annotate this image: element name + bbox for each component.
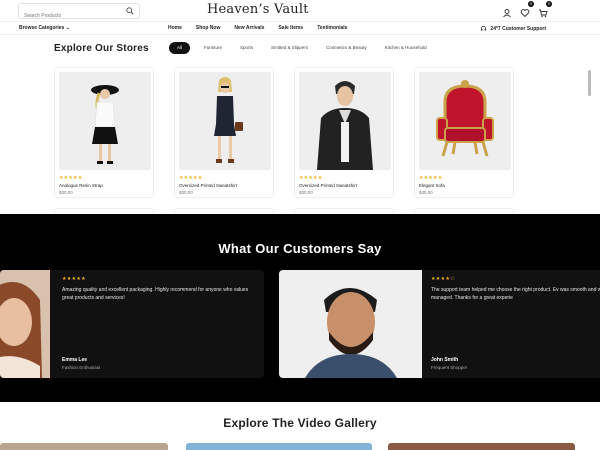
nav-testimonials[interactable]: Testimonials bbox=[317, 25, 347, 31]
testimonial-role: Fashion Enthusiast bbox=[62, 365, 101, 370]
main-nav: Home Shop Now New Arrivals Sale Items Te… bbox=[168, 25, 347, 31]
user-icon[interactable] bbox=[502, 5, 512, 18]
product-rating: ★★★★★ bbox=[419, 175, 443, 181]
testimonial-quote: The support team helped me choose the ri… bbox=[431, 287, 600, 301]
tab-smitted-slippers[interactable]: Smitted & Slippers bbox=[267, 42, 312, 54]
product-name[interactable]: Elegant Sofa bbox=[419, 183, 509, 188]
nav-bar: Browse Categories ⌄ Home Shop Now New Ar… bbox=[0, 21, 600, 35]
customer-support[interactable]: 24*7 Customer Support bbox=[480, 25, 546, 32]
video-gallery-heading: Explore The Video Gallery bbox=[223, 416, 377, 430]
product-name[interactable]: Oversized Printed Sweatshirt bbox=[179, 183, 269, 188]
product-rating: ★★★★★ bbox=[179, 175, 203, 181]
testimonial-role: Frequent Shopper bbox=[431, 365, 468, 370]
tab-kitchen-household[interactable]: Kitchen & Household bbox=[381, 42, 431, 54]
headset-icon bbox=[481, 26, 487, 31]
tab-all[interactable]: All bbox=[169, 42, 191, 54]
testimonial-card[interactable]: ★★★★★ Amazing quality and excellent pack… bbox=[0, 270, 264, 378]
wishlist-icon[interactable]: 0 bbox=[520, 1, 534, 18]
product-name[interactable]: Oversized Printed Sweatshirt bbox=[299, 183, 389, 188]
product-price: $30.00 bbox=[179, 190, 193, 195]
support-label: 24*7 Customer Support bbox=[490, 25, 546, 32]
product-price: $30.00 bbox=[299, 190, 313, 195]
product-rating: ★★★★★ bbox=[299, 175, 323, 181]
nav-shop-now[interactable]: Shop Now bbox=[196, 25, 220, 31]
video-thumbnail[interactable] bbox=[186, 443, 372, 450]
product-card[interactable]: ★★★★★ Oversized Printed Sweatshirt $30.0… bbox=[174, 67, 274, 198]
product-rating: ★★★★★ bbox=[59, 175, 83, 181]
page-scrollbar[interactable] bbox=[588, 70, 591, 96]
product-image[interactable] bbox=[59, 72, 151, 170]
cart-count: 0 bbox=[546, 1, 552, 7]
testimonial-quote: Amazing quality and excellent packaging.… bbox=[62, 287, 249, 301]
wishlist-count: 0 bbox=[528, 1, 534, 7]
product-image[interactable] bbox=[179, 72, 271, 170]
testimonial-rating: ★★★★☆ bbox=[431, 276, 455, 282]
product-name[interactable]: Analogue Resin Strap bbox=[59, 183, 149, 188]
video-thumbnail[interactable] bbox=[0, 443, 168, 450]
tab-furniture[interactable]: Furniture bbox=[200, 42, 226, 54]
search-box[interactable] bbox=[18, 3, 140, 23]
testimonial-body: ★★★★★ Amazing quality and excellent pack… bbox=[62, 276, 252, 302]
site-header: Heaven’s Vault 0 0 Browse Categories ⌄ H… bbox=[0, 0, 600, 36]
testimonials-section: What Our Customers Say ★★★★★ Amazing qua… bbox=[0, 214, 600, 402]
category-tabs: All Furniture Sports Smitted & Slippers … bbox=[169, 42, 431, 54]
browse-categories-dropdown[interactable]: Browse Categories ⌄ bbox=[19, 25, 70, 31]
cart-icon[interactable]: 0 bbox=[538, 1, 552, 18]
testimonial-author: Emma Lee bbox=[62, 357, 88, 363]
video-thumbnail[interactable] bbox=[388, 443, 575, 450]
product-card[interactable]: ★★★★★ Oversized Printed Sweatshirt $30.0… bbox=[294, 67, 394, 198]
tab-sports[interactable]: Sports bbox=[236, 42, 257, 54]
testimonials-heading: What Our Customers Say bbox=[218, 241, 382, 256]
testimonial-body: ★★★★☆ The support team helped me choose … bbox=[431, 276, 600, 302]
product-grid: ★★★★★ Analogue Resin Strap $30.00 ★★★★★ … bbox=[54, 67, 514, 198]
product-image[interactable] bbox=[299, 72, 391, 170]
header-actions: 0 0 bbox=[502, 1, 552, 18]
stores-heading: Explore Our Stores bbox=[54, 43, 149, 54]
testimonial-card[interactable]: ★★★★☆ The support team helped me choose … bbox=[279, 270, 600, 378]
chevron-down-icon: ⌄ bbox=[65, 25, 70, 31]
nav-sale-items[interactable]: Sale Items bbox=[278, 25, 303, 31]
tab-cosmetics-beauty[interactable]: Cosmetics & Beauty bbox=[322, 42, 371, 54]
customer-photo bbox=[0, 270, 50, 378]
nav-home[interactable]: Home bbox=[168, 25, 182, 31]
product-image[interactable] bbox=[419, 72, 511, 170]
product-card[interactable]: ★★★★★ Elegant Sofa $35.00 bbox=[414, 67, 514, 198]
customer-photo bbox=[279, 270, 422, 378]
search-icon[interactable] bbox=[126, 7, 134, 15]
browse-categories-label: Browse Categories bbox=[19, 25, 65, 31]
product-price: $35.00 bbox=[419, 190, 433, 195]
testimonial-rating: ★★★★★ bbox=[62, 276, 86, 282]
product-card[interactable]: ★★★★★ Analogue Resin Strap $30.00 bbox=[54, 67, 154, 198]
site-logo[interactable]: Heaven’s Vault bbox=[207, 2, 309, 17]
product-price: $30.00 bbox=[59, 190, 73, 195]
nav-new-arrivals[interactable]: New Arrivals bbox=[234, 25, 264, 31]
testimonial-author: John Smith bbox=[431, 357, 459, 363]
